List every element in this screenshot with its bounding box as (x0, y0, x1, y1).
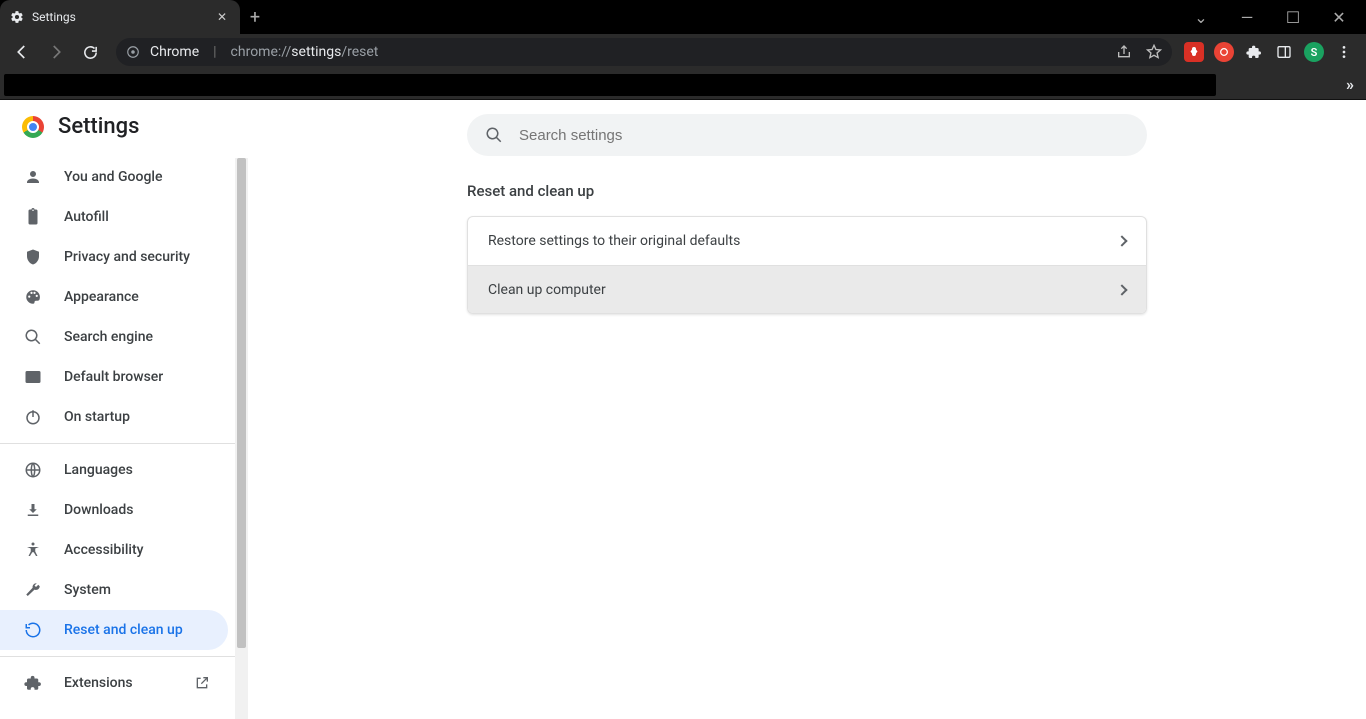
accessibility-icon (24, 541, 42, 559)
clipboard-icon (24, 208, 42, 226)
bookmarks-overflow-button[interactable]: » (1346, 75, 1354, 94)
sidebar-item-default-browser[interactable]: Default browser (0, 357, 228, 397)
browser-icon (24, 368, 42, 386)
settings-main: Reset and clean up Restore settings to t… (248, 100, 1366, 719)
sidebar-item-reset[interactable]: Reset and clean up (0, 610, 228, 650)
bookmarks-strip[interactable] (4, 74, 1216, 96)
sidebar-item-search-engine[interactable]: Search engine (0, 317, 228, 357)
minimize-button[interactable]: — (1228, 0, 1266, 34)
extension-icon-2[interactable] (1214, 42, 1234, 62)
row-restore-defaults[interactable]: Restore settings to their original defau… (468, 217, 1146, 265)
chrome-logo-icon (22, 116, 44, 138)
settings-brand: Settings (0, 100, 248, 153)
search-icon (485, 126, 503, 144)
sidebar-item-label: Search engine (64, 329, 153, 345)
site-info-icon[interactable] (126, 45, 140, 59)
search-icon (24, 328, 42, 346)
forward-button[interactable] (42, 38, 70, 66)
sidebar-scrollbar[interactable] (235, 158, 248, 719)
sidebar-item-label: Accessibility (64, 542, 143, 558)
palette-icon (24, 288, 42, 306)
sidebar-item-accessibility[interactable]: Accessibility (0, 530, 228, 570)
sidebar-item-label: You and Google (64, 169, 162, 185)
globe-icon (24, 461, 42, 479)
settings-search[interactable] (467, 114, 1147, 156)
browser-tab-settings[interactable]: Settings ✕ (0, 0, 240, 34)
close-window-button[interactable]: ✕ (1320, 0, 1358, 34)
section-title: Reset and clean up (467, 182, 1147, 200)
sidebar-item-label: Privacy and security (64, 249, 190, 265)
chevron-right-icon (1118, 237, 1126, 245)
sidebar-item-label: On startup (64, 409, 130, 425)
sidebar-item-label: Default browser (64, 369, 163, 385)
sidebar-item-label: System (64, 582, 111, 598)
back-button[interactable] (8, 38, 36, 66)
power-icon (24, 408, 42, 426)
titlebar-drag-region (270, 0, 1182, 34)
sidebar-separator (0, 443, 248, 444)
sidebar-item-label: Extensions (64, 675, 133, 691)
bookmarks-bar: » (0, 70, 1366, 100)
sidebar-item-system[interactable]: System (0, 570, 228, 610)
sidebar-item-downloads[interactable]: Downloads (0, 490, 228, 530)
address-bar[interactable]: Chrome | chrome://settings/reset (116, 38, 1172, 66)
gear-icon (10, 10, 24, 24)
sidebar-item-extensions[interactable]: Extensions (0, 663, 228, 703)
url-context: Chrome (150, 44, 199, 60)
sidebar-item-label: Downloads (64, 502, 133, 518)
reset-card: Restore settings to their original defau… (467, 216, 1147, 314)
url-path: /reset (341, 44, 378, 60)
puzzle-icon (24, 674, 42, 692)
sidebar-item-label: Languages (64, 462, 133, 478)
sidebar-item-on-startup[interactable]: On startup (0, 397, 228, 437)
tab-title: Settings (32, 10, 76, 24)
url-host: settings (291, 44, 341, 60)
sidebar-item-you-and-google[interactable]: You and Google (0, 157, 228, 197)
maximize-button[interactable]: ☐ (1274, 0, 1312, 34)
browser-toolbar: Chrome | chrome://settings/reset S (0, 34, 1366, 70)
settings-title: Settings (58, 114, 139, 139)
tab-close-button[interactable]: ✕ (214, 9, 230, 25)
sidebar-scrollbar-thumb[interactable] (237, 158, 246, 648)
download-icon (24, 501, 42, 519)
tabs-dropdown-button[interactable]: ⌄ (1182, 0, 1220, 34)
window-controls: ⌄ — ☐ ✕ (1182, 0, 1366, 34)
sidebar-nav: You and Google Autofill Privacy and secu… (0, 153, 248, 703)
share-icon[interactable] (1116, 44, 1132, 60)
sidebar-separator (0, 656, 248, 657)
reload-button[interactable] (76, 38, 104, 66)
person-icon (24, 168, 42, 186)
extensions-menu-icon[interactable] (1244, 42, 1264, 62)
url-separator: | (209, 44, 220, 60)
extensions-row: S (1184, 42, 1358, 62)
new-tab-button[interactable]: + (240, 0, 270, 34)
chevron-right-icon (1118, 286, 1126, 294)
sidebar-item-label: Reset and clean up (64, 622, 183, 638)
url-scheme: chrome:// (231, 44, 292, 60)
row-clean-up-computer[interactable]: Clean up computer (468, 265, 1146, 313)
sidebar-item-appearance[interactable]: Appearance (0, 277, 228, 317)
side-panel-icon[interactable] (1274, 42, 1294, 62)
browser-menu-button[interactable] (1334, 42, 1354, 62)
bookmark-star-icon[interactable] (1146, 44, 1162, 60)
sidebar-item-label: Appearance (64, 289, 139, 305)
settings-search-input[interactable] (517, 126, 1129, 145)
sidebar-item-autofill[interactable]: Autofill (0, 197, 228, 237)
row-label: Restore settings to their original defau… (488, 233, 740, 249)
external-link-icon (194, 675, 210, 691)
shield-icon (24, 248, 42, 266)
sidebar-item-privacy[interactable]: Privacy and security (0, 237, 228, 277)
row-label: Clean up computer (488, 282, 606, 298)
restore-icon (24, 621, 42, 639)
settings-page: Settings You and Google Autofill Privacy… (0, 100, 1366, 719)
sidebar-item-label: Autofill (64, 209, 109, 225)
settings-sidebar: Settings You and Google Autofill Privacy… (0, 100, 248, 719)
sidebar-item-languages[interactable]: Languages (0, 450, 228, 490)
extension-icon-1[interactable] (1184, 42, 1204, 62)
window-titlebar: Settings ✕ + ⌄ — ☐ ✕ (0, 0, 1366, 34)
wrench-icon (24, 581, 42, 599)
profile-avatar[interactable]: S (1304, 42, 1324, 62)
